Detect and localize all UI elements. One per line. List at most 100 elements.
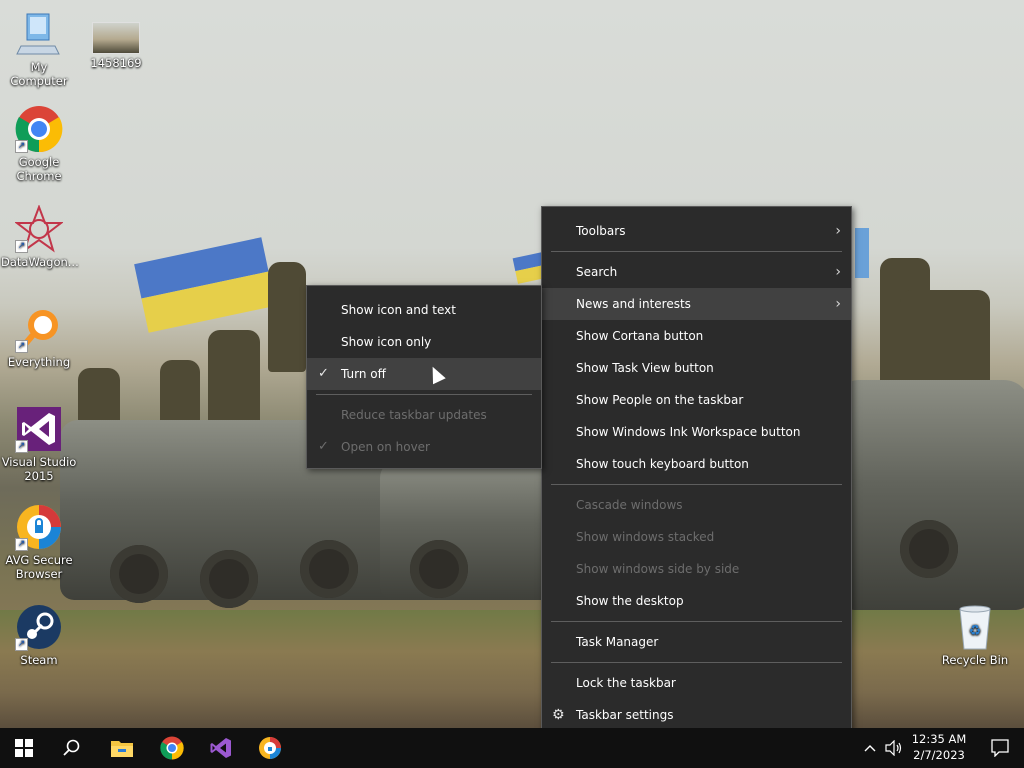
shortcut-arrow-icon: ↗ bbox=[15, 140, 28, 153]
menu-item-label: Cascade windows bbox=[576, 498, 683, 512]
file-explorer-icon bbox=[111, 741, 133, 757]
desktop-icon-label: DataWagon... bbox=[1, 255, 79, 269]
menu-item-show-cortana-button[interactable]: Show Cortana button bbox=[542, 320, 851, 352]
menu-item-label: Show windows stacked bbox=[576, 530, 715, 544]
menu-item-show-touch-keyboard[interactable]: Show touch keyboard button bbox=[542, 448, 851, 480]
menu-separator bbox=[551, 484, 842, 485]
shortcut-arrow-icon: ↗ bbox=[15, 340, 28, 353]
menu-item-label: Taskbar settings bbox=[576, 708, 674, 722]
menu-item-label: News and interests bbox=[576, 297, 691, 311]
menu-separator bbox=[316, 394, 532, 395]
submenu-item-show-icon-only[interactable]: Show icon only bbox=[307, 326, 541, 358]
taskbar-file-explorer[interactable] bbox=[98, 728, 146, 768]
menu-item-label: Show icon only bbox=[341, 335, 432, 349]
menu-separator bbox=[551, 662, 842, 663]
desktop-icon-label: Steam bbox=[20, 653, 58, 667]
menu-item-label: Show windows side by side bbox=[576, 562, 740, 576]
menu-item-label: Show Task View button bbox=[576, 361, 714, 375]
desktop-icon-visual-studio[interactable]: ↗ Visual Studio 2015 bbox=[1, 405, 77, 483]
svg-text:♻: ♻ bbox=[969, 623, 982, 639]
desktop-icon-my-computer[interactable]: My Computer bbox=[1, 10, 77, 88]
submenu-item-open-on-hover: ✓ Open on hover bbox=[307, 431, 541, 463]
desktop-icon-label: AVG Secure Browser bbox=[5, 553, 73, 581]
menu-item-task-manager[interactable]: Task Manager bbox=[542, 626, 851, 658]
desktop-icon-label: 1458169 bbox=[90, 56, 142, 70]
taskbar: 12:35 AM 2/7/2023 bbox=[0, 728, 1024, 768]
clock[interactable]: 12:35 AM 2/7/2023 bbox=[908, 731, 970, 763]
menu-item-search[interactable]: Search › bbox=[542, 256, 851, 288]
menu-separator bbox=[551, 621, 842, 622]
desktop-icon-avg-secure-browser[interactable]: ↗ AVG Secure Browser bbox=[1, 503, 77, 581]
desktop-icon-label: Everything bbox=[7, 355, 71, 369]
wheel-decoration bbox=[410, 540, 468, 598]
menu-item-label: Task Manager bbox=[576, 635, 659, 649]
checkmark-icon: ✓ bbox=[318, 439, 329, 454]
wheel-decoration bbox=[900, 520, 958, 578]
chrome-icon bbox=[160, 736, 184, 760]
menu-item-lock-the-taskbar[interactable]: Lock the taskbar bbox=[542, 667, 851, 699]
action-center-button[interactable] bbox=[976, 728, 1024, 768]
search-icon bbox=[63, 739, 80, 756]
desktop-icon-label: My Computer bbox=[10, 60, 68, 88]
everything-search-icon: ↗ bbox=[15, 305, 63, 353]
taskbar-context-menu: Toolbars › Search › News and interests ›… bbox=[541, 206, 852, 739]
wheel-decoration bbox=[200, 550, 258, 608]
shortcut-arrow-icon: ↗ bbox=[15, 240, 28, 253]
avg-browser-icon: ↗ bbox=[15, 503, 63, 551]
menu-item-show-task-view-button[interactable]: Show Task View button bbox=[542, 352, 851, 384]
taskbar-visual-studio[interactable] bbox=[197, 728, 245, 768]
notification-icon bbox=[991, 739, 1009, 757]
desktop-icon-label: Google Chrome bbox=[16, 155, 62, 183]
shortcut-arrow-icon: ↗ bbox=[15, 638, 28, 651]
submenu-item-turn-off[interactable]: ✓ Turn off bbox=[307, 358, 541, 390]
desktop-icon-everything[interactable]: ↗ Everything bbox=[1, 305, 77, 369]
chevron-right-icon: › bbox=[835, 264, 841, 280]
submenu-item-show-icon-and-text[interactable]: Show icon and text bbox=[307, 294, 541, 326]
menu-item-show-the-desktop[interactable]: Show the desktop bbox=[542, 585, 851, 617]
desktop-icon-recycle-bin[interactable]: ♻ Recycle Bin bbox=[937, 603, 1013, 667]
menu-separator bbox=[551, 251, 842, 252]
chevron-up-icon bbox=[864, 745, 876, 752]
visual-studio-icon: ↗ bbox=[15, 405, 63, 453]
ground-decoration bbox=[0, 610, 1024, 728]
gear-icon: ⚙ bbox=[552, 707, 565, 723]
desktop-icon-label: Recycle Bin bbox=[941, 653, 1009, 667]
taskbar-chrome[interactable] bbox=[148, 728, 196, 768]
volume-icon bbox=[885, 740, 902, 756]
menu-item-taskbar-settings[interactable]: ⚙ Taskbar settings bbox=[542, 699, 851, 731]
menu-item-toolbars[interactable]: Toolbars › bbox=[542, 215, 851, 247]
menu-item-show-people[interactable]: Show People on the taskbar bbox=[542, 384, 851, 416]
flag-decoration bbox=[855, 228, 869, 278]
show-hidden-icons-button[interactable] bbox=[858, 728, 882, 768]
menu-item-label: Show touch keyboard button bbox=[576, 457, 749, 471]
desktop-icon-datawagon[interactable]: ↗ DataWagon... bbox=[1, 204, 79, 269]
menu-item-label: Turn off bbox=[341, 367, 386, 381]
menu-item-label: Show Cortana button bbox=[576, 329, 704, 343]
shortcut-arrow-icon: ↗ bbox=[15, 440, 28, 453]
desktop-icon-google-chrome[interactable]: ↗ Google Chrome bbox=[1, 105, 77, 183]
menu-item-news-and-interests[interactable]: News and interests › bbox=[542, 288, 851, 320]
submenu-item-reduce-taskbar-updates: Reduce taskbar updates bbox=[307, 399, 541, 431]
menu-item-show-windows-side-by-side: Show windows side by side bbox=[542, 553, 851, 585]
menu-item-label: Show People on the taskbar bbox=[576, 393, 744, 407]
chrome-icon: ↗ bbox=[15, 105, 63, 153]
desktop-icon-1458169[interactable]: 1458169 bbox=[78, 10, 154, 70]
chevron-right-icon: › bbox=[835, 223, 841, 239]
taskbar-avg-browser[interactable] bbox=[246, 728, 294, 768]
volume-button[interactable] bbox=[882, 728, 906, 768]
visual-studio-icon bbox=[210, 738, 231, 758]
checkmark-icon: ✓ bbox=[318, 366, 329, 381]
search-button[interactable] bbox=[48, 728, 96, 768]
menu-item-show-windows-ink[interactable]: Show Windows Ink Workspace button bbox=[542, 416, 851, 448]
computer-icon bbox=[15, 10, 63, 58]
desktop-icon-label: Visual Studio 2015 bbox=[1, 455, 77, 483]
image-thumbnail-icon bbox=[92, 22, 140, 54]
windows-logo-icon bbox=[15, 739, 33, 757]
chevron-right-icon: › bbox=[835, 296, 841, 312]
start-button[interactable] bbox=[0, 728, 48, 768]
desktop-icon-steam[interactable]: ↗ Steam bbox=[1, 603, 77, 667]
menu-item-label: Show the desktop bbox=[576, 594, 684, 608]
clock-date: 2/7/2023 bbox=[913, 748, 965, 762]
menu-item-label: Show Windows Ink Workspace button bbox=[576, 425, 801, 439]
steam-icon: ↗ bbox=[15, 603, 63, 651]
